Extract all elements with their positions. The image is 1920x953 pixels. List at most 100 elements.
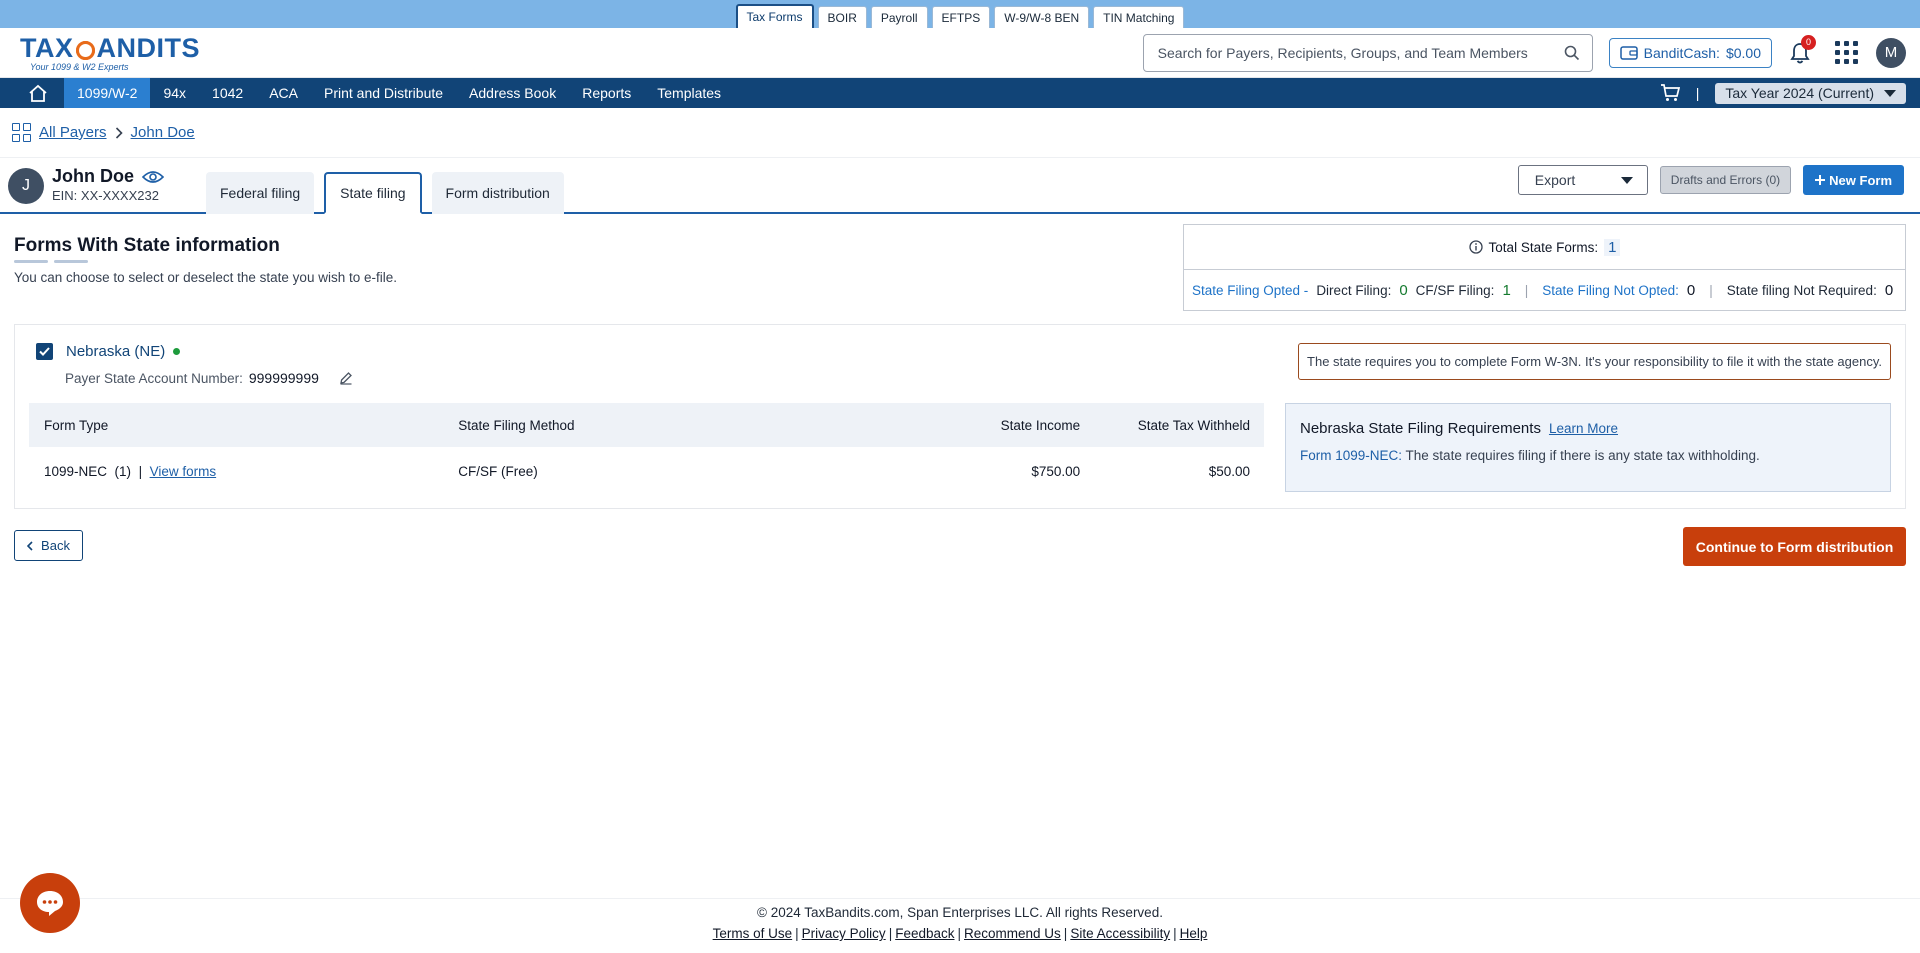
- new-form-button[interactable]: New Form: [1803, 165, 1904, 195]
- nav-item-1099-w2[interactable]: 1099/W-2: [64, 78, 151, 108]
- direct-filing-label: Direct Filing:: [1316, 282, 1392, 298]
- section-title: Forms With State information: [14, 235, 280, 256]
- nav-item-94x[interactable]: 94x: [150, 78, 199, 108]
- owl-logo-icon: [75, 37, 96, 60]
- checkmark-icon: [39, 347, 50, 356]
- tab-federal-filing[interactable]: Federal filing: [206, 172, 315, 214]
- chat-widget-button[interactable]: [20, 873, 80, 933]
- nav-item-aca[interactable]: ACA: [256, 78, 311, 108]
- section-subtitle: You can choose to select or deselect the…: [14, 270, 397, 285]
- state-filing-not-opted-label: State Filing Not Opted:: [1542, 282, 1679, 298]
- app-header: TAX ANDITS Your 1099 & W2 Experts Bandit…: [0, 28, 1920, 78]
- global-search: [1142, 33, 1593, 72]
- continue-form-distribution-button[interactable]: Continue to Form distribution: [1683, 527, 1906, 566]
- footer-link-help[interactable]: Help: [1180, 926, 1208, 941]
- footer-link-accessibility[interactable]: Site Accessibility: [1070, 926, 1170, 941]
- breadcrumb-john-doe[interactable]: John Doe: [131, 124, 195, 141]
- footer-link-privacy[interactable]: Privacy Policy: [802, 926, 886, 941]
- cfsf-filing-label: CF/SF Filing:: [1415, 282, 1495, 298]
- home-icon[interactable]: [20, 78, 56, 108]
- state-filing-not-required-label: State filing Not Required:: [1726, 282, 1877, 298]
- main-nav: 1099/W-2 94x 1042 ACA Print and Distribu…: [0, 78, 1920, 108]
- export-dropdown[interactable]: Export: [1517, 165, 1648, 195]
- nav-divider: |: [1695, 85, 1700, 101]
- drafts-errors-button[interactable]: Drafts and Errors (0): [1659, 166, 1792, 194]
- info-icon: [1468, 240, 1483, 254]
- footer-link-recommend[interactable]: Recommend Us: [964, 926, 1061, 941]
- table-row: 1099-NEC (1) | View forms CF/SF (Free) $…: [29, 447, 1264, 496]
- tax-year-value: Tax Year 2024 (Current): [1725, 85, 1874, 101]
- bandit-cash-value: $0.00: [1725, 44, 1761, 61]
- product-tab-tin-matching[interactable]: TIN Matching: [1093, 6, 1185, 28]
- bandit-cash-button[interactable]: BanditCash: $0.00: [1608, 37, 1772, 68]
- total-state-forms-value: 1: [1604, 238, 1621, 256]
- state-requirements-box: Nebraska State Filing Requirements Learn…: [1285, 403, 1891, 492]
- filing-method: CF/SF (Free): [458, 464, 538, 479]
- logo-tagline: Your 1099 & W2 Experts: [30, 61, 129, 72]
- cfsf-filing-value: 1: [1502, 281, 1511, 299]
- nav-item-print-distribute[interactable]: Print and Distribute: [311, 78, 456, 108]
- eye-icon[interactable]: [142, 170, 165, 184]
- column-filing-method: State Filing Method: [458, 417, 575, 433]
- title-underline: [14, 260, 88, 263]
- state-tax-withheld: $50.00: [1208, 464, 1250, 479]
- product-tab-tax-forms[interactable]: Tax Forms: [735, 4, 814, 28]
- requirement-text: The state requires filing if there is an…: [1405, 448, 1760, 463]
- footer-link-terms[interactable]: Terms of Use: [713, 926, 793, 941]
- logo-text-right: ANDITS: [96, 32, 200, 63]
- nav-item-address-book[interactable]: Address Book: [456, 78, 569, 108]
- view-forms-link[interactable]: View forms: [150, 464, 217, 479]
- notifications-button[interactable]: 0: [1786, 34, 1816, 67]
- learn-more-link[interactable]: Learn More: [1549, 421, 1618, 436]
- search-icon[interactable]: [1564, 45, 1580, 61]
- state-filing-opted-label: State Filing Opted -: [1192, 282, 1309, 298]
- nav-item-templates[interactable]: Templates: [644, 78, 734, 108]
- taxbandits-logo[interactable]: TAX ANDITS Your 1099 & W2 Experts: [20, 34, 200, 72]
- apps-grid-icon[interactable]: [1832, 39, 1860, 67]
- state-forms-table: Form Type State Filing Method State Inco…: [29, 403, 1264, 496]
- product-tab-boir[interactable]: BOIR: [817, 6, 867, 28]
- state-filing-not-opted-value: 0: [1686, 281, 1696, 299]
- chevron-right-icon: [115, 126, 123, 139]
- back-button[interactable]: Back: [14, 530, 83, 561]
- product-tab-payroll[interactable]: Payroll: [870, 6, 928, 28]
- logo-text-left: TAX: [20, 32, 74, 63]
- nav-item-reports[interactable]: Reports: [569, 78, 644, 108]
- chat-bubble-icon: [37, 891, 63, 916]
- user-avatar[interactable]: M: [1876, 37, 1906, 68]
- filing-tabs: Federal filing State filing Form distrib…: [206, 172, 564, 214]
- wallet-icon: [1619, 45, 1638, 60]
- state-name: Nebraska (NE): [66, 343, 166, 360]
- state-account-number: 999999999: [248, 370, 319, 386]
- total-state-forms-label: Total State Forms:: [1488, 239, 1599, 255]
- state-notice: The state requires you to complete Form …: [1298, 343, 1891, 380]
- tab-state-filing[interactable]: State filing: [324, 172, 422, 214]
- state-filing-not-required-value: 0: [1884, 281, 1894, 299]
- payer-avatar: J: [8, 168, 44, 204]
- page-footer: © 2024 TaxBandits.com, Span Enterprises …: [0, 898, 1920, 953]
- payers-grid-icon: [12, 123, 31, 142]
- tax-year-select[interactable]: Tax Year 2024 (Current): [1715, 82, 1906, 104]
- export-label: Export: [1534, 172, 1576, 188]
- state-select-checkbox[interactable]: [36, 343, 53, 360]
- column-state-tax-withheld: State Tax Withheld: [1137, 417, 1250, 433]
- search-input[interactable]: [1157, 44, 1564, 61]
- requirement-form-label: Form 1099-NEC:: [1300, 448, 1403, 463]
- column-state-income: State Income: [1000, 417, 1081, 433]
- product-tab-w9-w8ben[interactable]: W-9/W-8 BEN: [994, 6, 1090, 28]
- direct-filing-value: 0: [1399, 281, 1408, 299]
- edit-pencil-icon[interactable]: [339, 371, 353, 385]
- product-tab-eftps[interactable]: EFTPS: [931, 6, 991, 28]
- footer-link-feedback[interactable]: Feedback: [895, 926, 954, 941]
- chevron-left-icon: [27, 540, 33, 551]
- tab-form-distribution[interactable]: Form distribution: [431, 172, 564, 214]
- payer-ein: EIN: XX-XXXX232: [52, 188, 159, 203]
- table-header: Form Type State Filing Method State Inco…: [29, 403, 1264, 447]
- nav-item-1042[interactable]: 1042: [199, 78, 256, 108]
- cart-icon[interactable]: [1660, 84, 1680, 102]
- state-status-dot: [173, 348, 181, 355]
- breadcrumb-all-payers[interactable]: All Payers: [39, 124, 107, 141]
- chevron-down-icon: [1884, 89, 1896, 97]
- product-tabs-bar: Tax Forms BOIR Payroll EFTPS W-9/W-8 BEN…: [0, 0, 1920, 28]
- requirements-title: Nebraska State Filing Requirements: [1300, 420, 1541, 437]
